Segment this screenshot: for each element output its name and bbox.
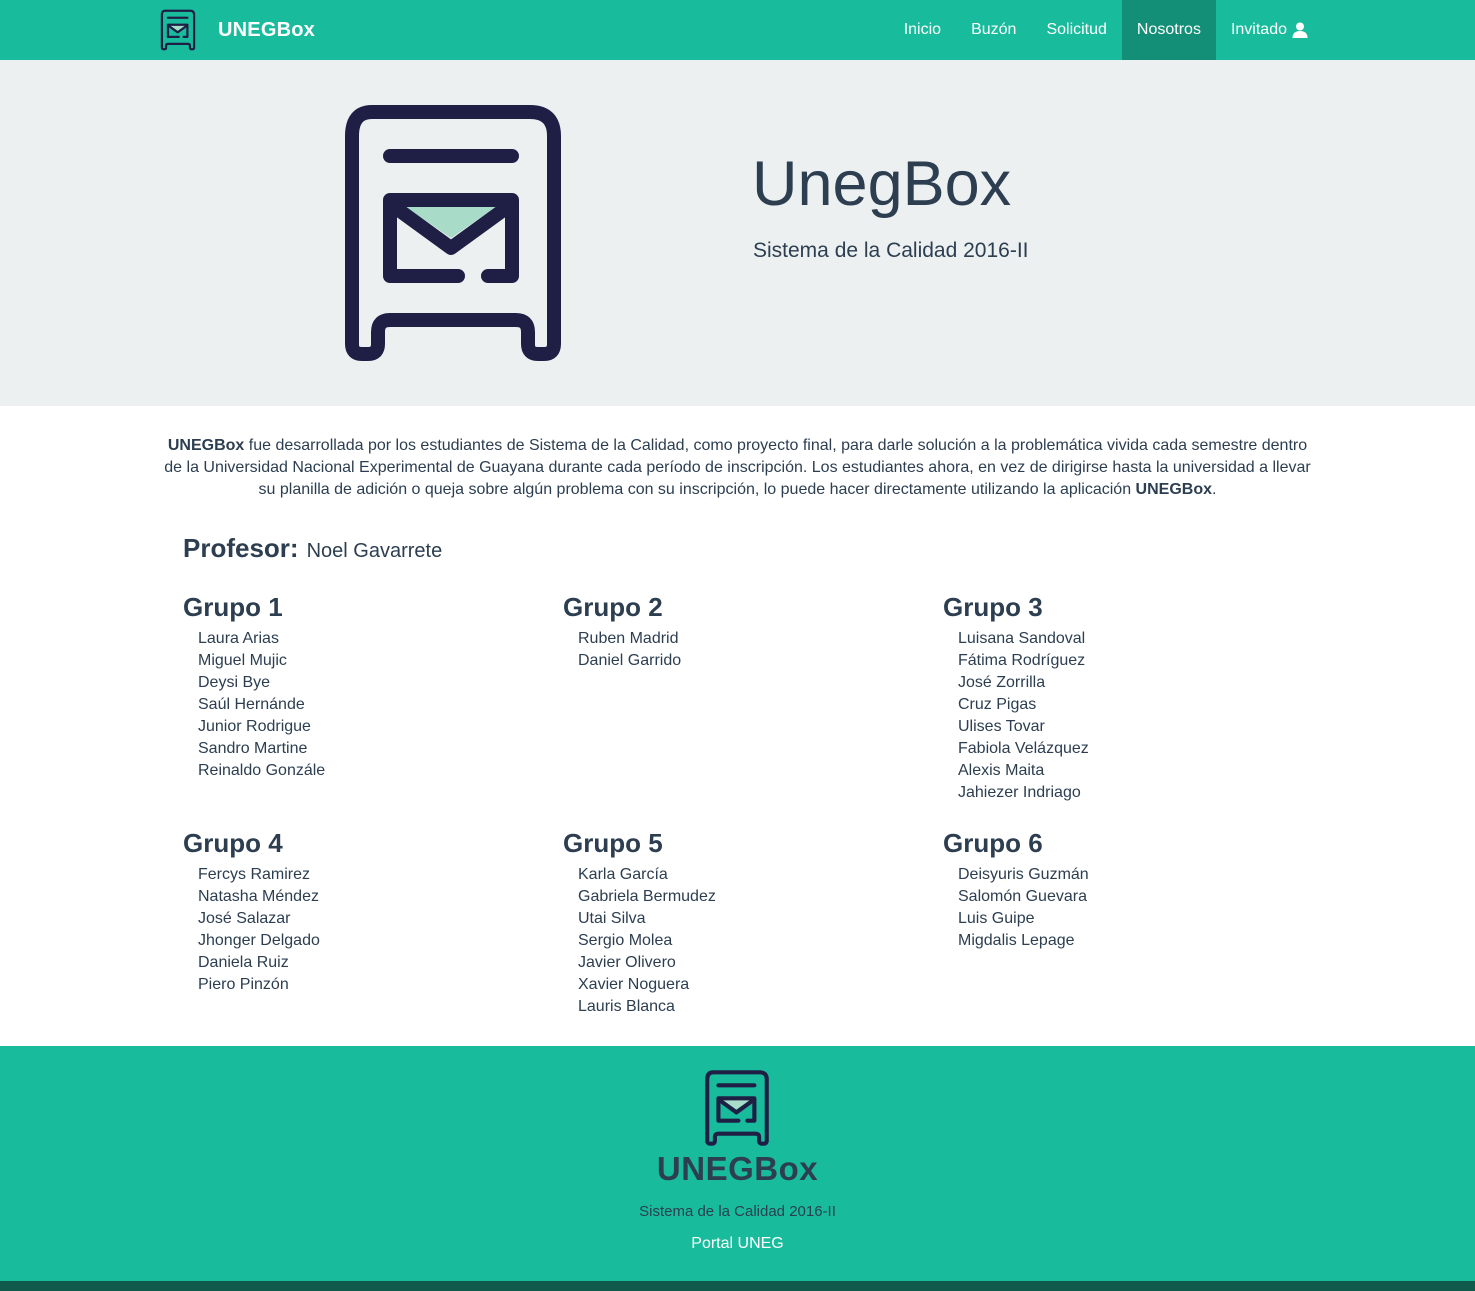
- hero-section: UnegBox Sistema de la Calidad 2016-II: [0, 60, 1475, 406]
- member-list: Karla García Gabriela Bermudez Utai Silv…: [563, 864, 923, 1018]
- member-item: Miguel Mujic: [198, 652, 287, 669]
- group-3: Grupo 3 Luisana Sandoval Fátima Rodrígue…: [943, 592, 1303, 804]
- member-item: Ruben Madrid: [578, 630, 679, 647]
- member-item: Deysi Bye: [198, 674, 271, 691]
- group-title: Grupo 5: [563, 828, 663, 858]
- nav-solicitud[interactable]: Solicitud: [1031, 0, 1121, 60]
- profesor-heading: Profesor: Noel Gavarrete: [183, 533, 442, 564]
- portal-uneg-link[interactable]: Portal UNEG: [0, 1235, 1475, 1253]
- mailbox-icon: [705, 1070, 769, 1146]
- about-brand-end: UNEGBox: [1135, 481, 1212, 498]
- brand-link[interactable]: UNEGBox: [160, 9, 315, 51]
- group-6: Grupo 6 Deisyuris Guzmán Salomón Guevara…: [943, 828, 1303, 952]
- member-item: Utai Silva: [578, 910, 646, 927]
- group-title: Grupo 1: [183, 592, 283, 622]
- group-1: Grupo 1 Laura Arias Miguel Mujic Deysi B…: [183, 592, 543, 782]
- bottom-bar: [0, 1281, 1475, 1291]
- group-title: Grupo 2: [563, 592, 663, 622]
- member-item: Jhonger Delgado: [198, 932, 320, 949]
- member-item: Sergio Molea: [578, 932, 673, 949]
- user-icon: [1292, 22, 1308, 38]
- member-item: Luis Guipe: [958, 910, 1035, 927]
- member-item: Xavier Noguera: [578, 976, 690, 993]
- footer-subtitle: Sistema de la Calidad 2016-II: [639, 1203, 836, 1220]
- member-item: Gabriela Bermudez: [578, 888, 716, 905]
- nav-inicio[interactable]: Inicio: [889, 0, 956, 60]
- member-item: Sandro Martine: [198, 740, 308, 757]
- member-list: Ruben Madrid Daniel Garrido: [563, 628, 923, 672]
- member-list: Laura Arias Miguel Mujic Deysi Bye Saúl …: [183, 628, 543, 782]
- group-2: Grupo 2 Ruben Madrid Daniel Garrido: [563, 592, 923, 672]
- about-brand: UNEGBox: [167, 437, 245, 454]
- member-item: Fercys Ramirez: [198, 866, 311, 883]
- member-item: Salomón Guevara: [958, 888, 1087, 905]
- member-item: Migdalis Lepage: [958, 932, 1075, 949]
- footer-brand: UNEGBox: [656, 1150, 819, 1187]
- member-item: Alexis Maita: [958, 762, 1045, 779]
- nav-buzon[interactable]: Buzón: [956, 0, 1031, 60]
- group-title: Grupo 6: [943, 828, 1043, 858]
- about-paragraph: UNEGBox fue desarrollada por los estudia…: [160, 435, 1315, 501]
- navbar: UNEGBox Inicio Buzón Solicitud Nosotros …: [0, 0, 1475, 60]
- member-item: Fabiola Velázquez: [958, 740, 1089, 757]
- member-item: Daniel Garrido: [578, 652, 682, 669]
- hero-title: UnegBox: [752, 149, 1012, 219]
- member-item: Javier Olivero: [578, 954, 676, 971]
- member-item: José Salazar: [198, 910, 291, 927]
- member-item: Natasha Méndez: [198, 888, 319, 905]
- member-item: Lauris Blanca: [578, 998, 675, 1015]
- brand-name: UNEGBox: [218, 18, 315, 41]
- about-end: .: [1212, 481, 1217, 498]
- member-item: Ulises Tovar: [958, 718, 1045, 735]
- member-item: Saúl Hernánde: [198, 696, 305, 713]
- nav-invitado-label: Invitado: [1230, 21, 1287, 38]
- member-item: Luisana Sandoval: [958, 630, 1086, 647]
- group-title: Grupo 4: [183, 828, 283, 858]
- profesor-name: Noel Gavarrete: [306, 540, 443, 562]
- mailbox-icon: [160, 9, 196, 51]
- member-item: Laura Arias: [198, 630, 279, 647]
- member-item: Junior Rodrigue: [198, 718, 311, 735]
- main-nav: Inicio Buzón Solicitud Nosotros Invitado: [889, 0, 1323, 60]
- member-item: Fátima Rodríguez: [958, 652, 1086, 669]
- group-4: Grupo 4 Fercys Ramirez Natasha Méndez Jo…: [183, 828, 543, 996]
- member-item: Reinaldo Gonzále: [198, 762, 326, 779]
- member-item: José Zorrilla: [958, 674, 1046, 691]
- group-5: Grupo 5 Karla García Gabriela Bermudez U…: [563, 828, 923, 1018]
- member-list: Luisana Sandoval Fátima Rodríguez José Z…: [943, 628, 1303, 804]
- nav-nosotros[interactable]: Nosotros: [1121, 0, 1216, 60]
- member-item: Piero Pinzón: [198, 976, 289, 993]
- footer: UNEGBox Sistema de la Calidad 2016-II Po…: [0, 1046, 1475, 1281]
- nav-invitado[interactable]: Invitado: [1216, 0, 1323, 60]
- member-item: Deisyuris Guzmán: [958, 866, 1089, 883]
- member-item: Daniela Ruiz: [198, 954, 289, 971]
- member-item: Karla García: [578, 866, 668, 883]
- member-item: Cruz Pigas: [958, 696, 1037, 713]
- member-item: Jahiezer Indriago: [958, 784, 1081, 801]
- member-list: Fercys Ramirez Natasha Méndez José Salaz…: [183, 864, 543, 996]
- group-title: Grupo 3: [943, 592, 1043, 622]
- mailbox-icon: [345, 105, 561, 361]
- member-list: Deisyuris Guzmán Salomón Guevara Luis Gu…: [943, 864, 1303, 952]
- hero-subtitle: Sistema de la Calidad 2016-II: [753, 239, 1029, 262]
- profesor-label: Profesor:: [183, 533, 299, 563]
